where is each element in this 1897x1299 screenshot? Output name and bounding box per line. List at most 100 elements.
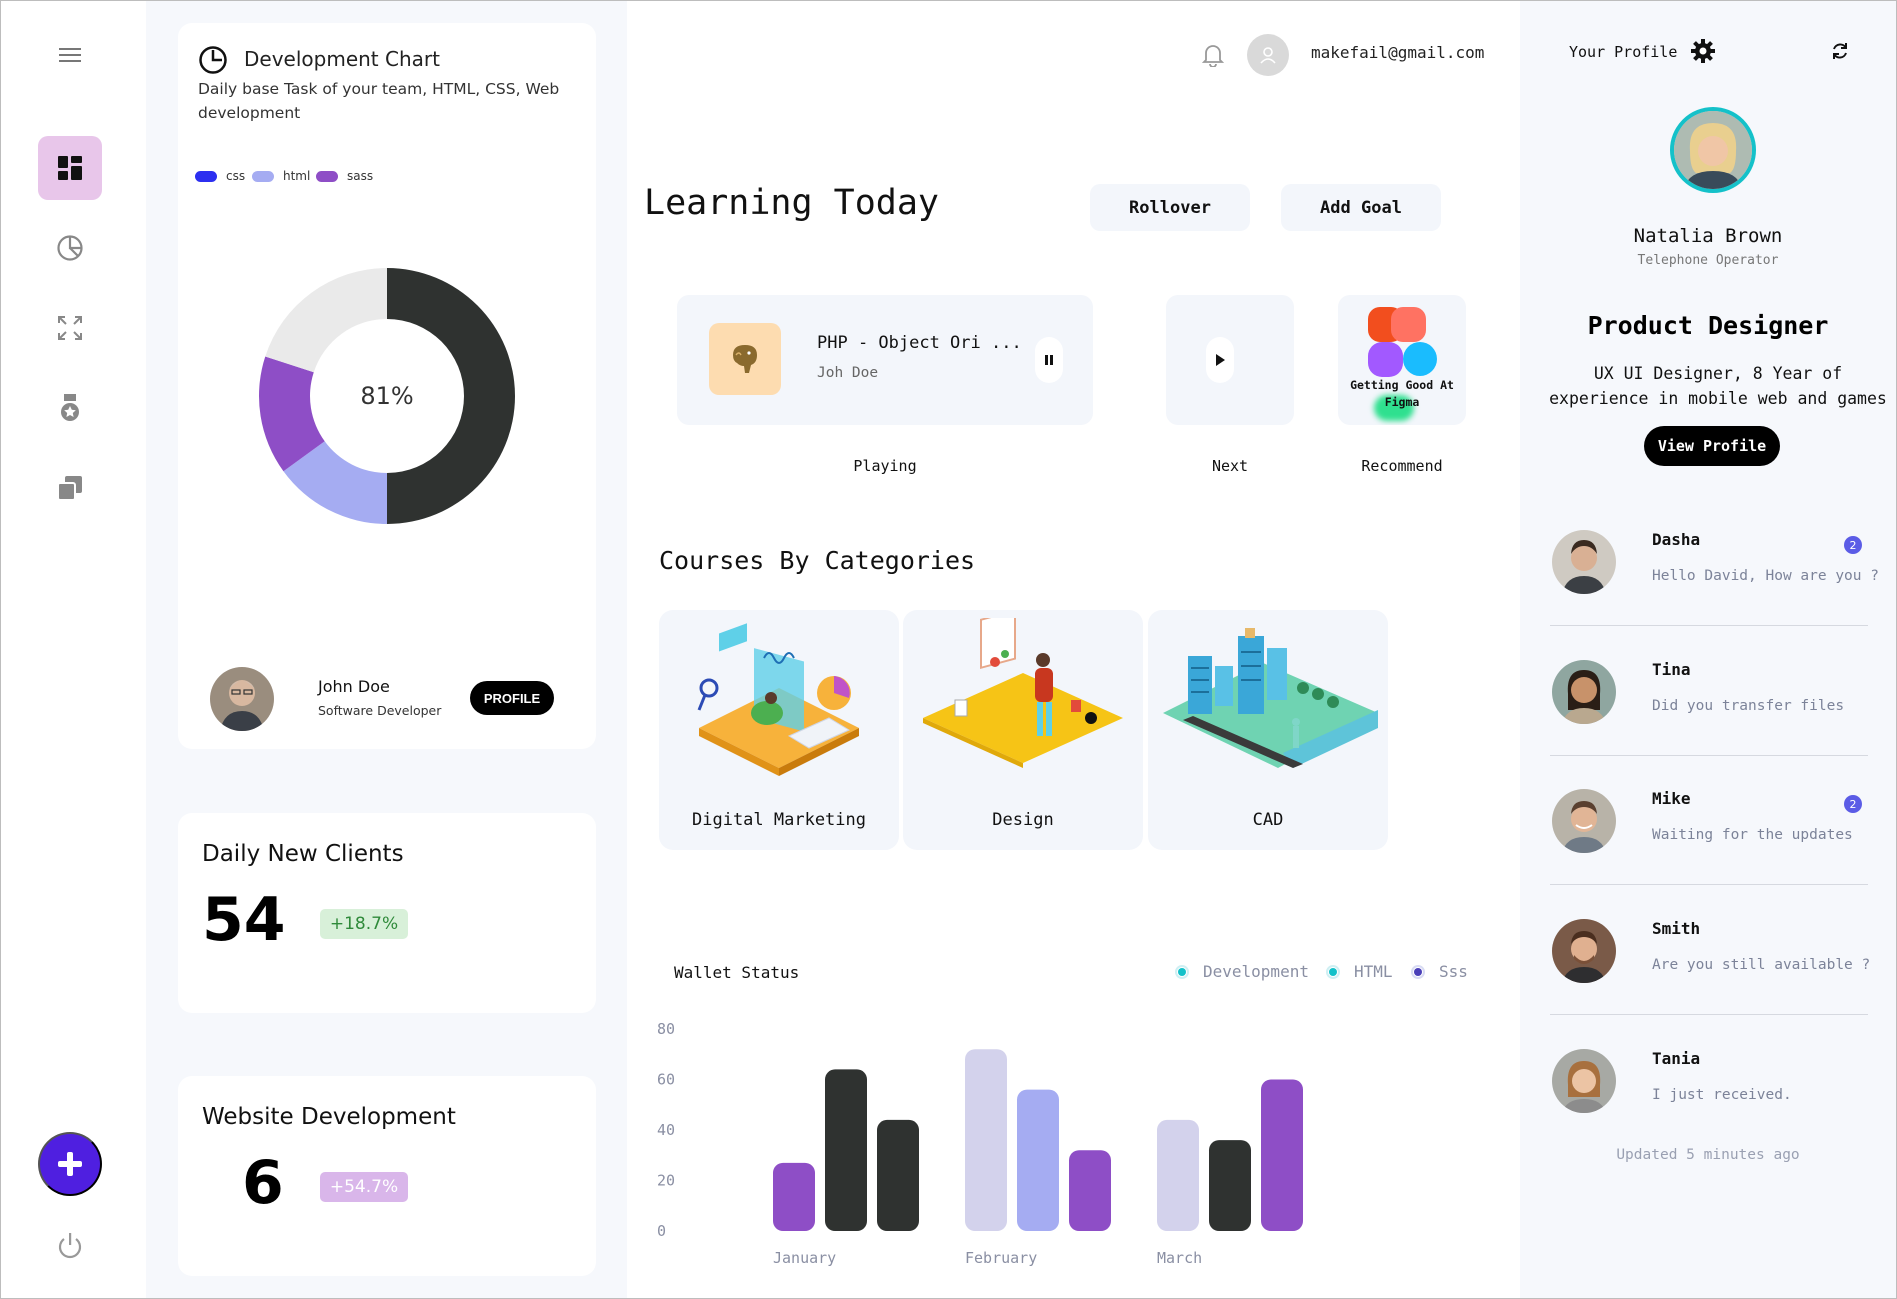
message-item[interactable]: Mike Waiting for the updates 2 [1550,775,1868,885]
message-sender: Smith [1652,919,1701,938]
course-thumbnail [709,323,781,395]
recommend-text: Getting Good At Figma [1350,378,1454,409]
y-tick-label: 80 [657,1020,675,1038]
bar-january-0 [773,1162,815,1231]
x-tick-label: February [965,1249,1037,1267]
legend-dot [1411,964,1425,979]
bell-icon [1201,45,1225,68]
legend-label-css: css [226,169,246,183]
y-tick-label: 60 [657,1071,675,1089]
add-goal-button[interactable]: Add Goal [1281,184,1441,231]
expand-icon [58,316,82,340]
message-sender: Tina [1652,660,1691,679]
legend-label: Development [1203,962,1309,981]
bar-march-2 [1261,1079,1303,1231]
nav-fullscreen[interactable] [38,296,102,360]
stat-title-website: Website Development [202,1104,456,1130]
recommend-card[interactable]: Getting Good At Figma [1338,295,1466,425]
playing-card[interactable]: PHP - Object Ori ... Joh Doe [677,295,1093,425]
user-name: John Doe [318,677,390,696]
legend-swatch-css [195,170,217,182]
clock-chart-icon [199,46,227,74]
message-item[interactable]: Tania I just received. [1550,1035,1868,1145]
category-design[interactable]: Design [903,610,1143,850]
pause-icon [1045,355,1053,365]
settings-button[interactable] [1691,39,1715,67]
user-role: Software Developer [318,703,442,718]
profile-role: Telephone Operator [1637,253,1779,268]
stat-change-clients: +18.7% [320,909,408,939]
user-avatar-button[interactable] [1247,34,1289,76]
digital-marketing-illustration [697,623,859,776]
category-digital-marketing[interactable]: Digital Marketing [659,610,899,850]
category-cad[interactable]: CAD [1148,610,1388,850]
avatar-john-doe [210,667,274,731]
message-item[interactable]: Smith Are you still available ? [1550,905,1870,1015]
bar-january-2 [877,1119,919,1231]
nav-dashboard[interactable] [38,136,102,200]
layers-icon [57,476,82,501]
development-chart-card: Development Chart Daily base Task of you… [178,23,596,749]
postgres-elephant-icon [733,345,757,373]
pause-button[interactable] [1035,337,1063,383]
profile-title: Product Designer [1587,311,1829,340]
sidebar [1,1,146,1298]
bar-february-0 [965,1049,1007,1231]
stat-title-clients: Daily New Clients [202,841,404,867]
x-tick-label: January [773,1249,836,1267]
message-sender: Dasha [1652,530,1701,549]
category-label: CAD [1252,810,1284,830]
legend-css: css [195,169,245,183]
plus-icon [58,1152,82,1176]
courses-section-title: Courses By Categories [659,546,976,575]
menu-button[interactable] [38,23,102,87]
legend-label: HTML [1354,962,1393,981]
development-chart-subtitle: Daily base Task of your team, HTML, CSS,… [198,80,560,122]
next-card[interactable] [1166,295,1294,425]
course-name: PHP - Object Ori ... [817,333,1022,353]
nav-achievements[interactable] [38,376,102,440]
pie-chart-icon [57,235,83,261]
profile-panel: Your Profile Natalia Brown Telephone Ope… [1520,1,1896,1298]
message-preview: I just received. [1652,1087,1792,1103]
dashboard-icon [58,156,82,180]
wallet-legend-html: HTML [1326,962,1393,981]
divider [1550,884,1868,885]
nav-collections[interactable] [38,456,102,520]
power-icon [58,1233,82,1259]
user-email[interactable]: makefail@gmail.com [1311,43,1484,62]
stat-change-website: +54.7% [320,1172,408,1202]
bar-january-1 [825,1069,867,1231]
divider [1550,1014,1868,1015]
legend-label: Sss [1439,962,1468,981]
divider [1550,755,1868,756]
learning-today-title: Learning Today [644,183,940,223]
profile-button[interactable]: PROFILE [470,681,554,715]
logout-button[interactable] [38,1213,102,1277]
legend-swatch-html [252,170,274,182]
menu-icon [59,48,81,62]
your-profile-label: Your Profile [1569,43,1678,61]
rollover-button[interactable]: Rollover [1090,184,1250,231]
development-chart-title: Development Chart [244,47,440,71]
notifications-button[interactable] [1201,43,1225,71]
category-label: Digital Marketing [692,810,866,830]
legend-dot [1175,964,1189,979]
avatar [1552,919,1616,983]
course-author: Joh Doe [817,365,879,381]
design-illustration [923,618,1123,768]
avatar [1552,530,1616,594]
play-icon [1216,354,1225,366]
message-preview: Did you transfer files [1652,698,1845,714]
nav-analytics[interactable] [38,216,102,280]
wallet-bar-chart: 0 20 40 60 80 January February March [657,1020,1303,1267]
divider [1550,625,1868,626]
profile-description: UX UI Designer, 8 Year of experience in … [1549,364,1887,408]
message-item[interactable]: Dasha Hello David, How are you ? 2 [1550,516,1879,626]
view-profile-button[interactable]: View Profile [1644,426,1780,466]
refresh-button[interactable] [1830,41,1850,65]
donut-center-label: 81% [360,382,414,410]
add-button[interactable] [38,1132,102,1196]
next-button[interactable] [1206,337,1234,383]
message-item[interactable]: Tina Did you transfer files [1550,646,1868,756]
